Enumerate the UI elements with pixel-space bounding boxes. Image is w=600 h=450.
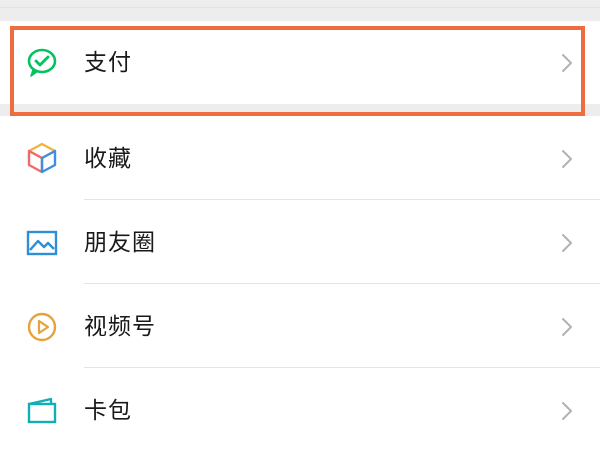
me-menu-screen: 支付 收藏 朋友圈 视频号 卡包: [0, 0, 600, 450]
chevron-right-icon: [559, 231, 575, 255]
moments-image-icon: [25, 226, 59, 260]
section-gap: [0, 104, 600, 116]
chevron-right-icon: [559, 399, 575, 423]
menu-item-pay[interactable]: 支付: [0, 21, 600, 104]
wechat-pay-icon: [25, 45, 59, 79]
menu-item-label-favorites: 收藏: [84, 146, 132, 172]
channels-play-icon: [25, 310, 59, 344]
favorites-cube-icon: [25, 141, 59, 175]
menu-item-card-wallet[interactable]: 卡包: [0, 368, 600, 450]
chevron-right-icon: [559, 315, 575, 339]
menu-item-label-pay: 支付: [84, 50, 132, 76]
menu-item-label-card-wallet: 卡包: [84, 398, 132, 424]
menu-item-label-moments: 朋友圈: [84, 230, 156, 256]
top-gap: [0, 0, 600, 21]
chevron-right-icon: [559, 147, 575, 171]
chevron-right-icon: [559, 51, 575, 75]
menu-item-favorites[interactable]: 收藏: [0, 116, 600, 200]
card-wallet-icon: [25, 394, 59, 428]
menu-item-moments[interactable]: 朋友圈: [0, 200, 600, 284]
top-divider: [0, 7, 600, 8]
menu-item-label-channels: 视频号: [84, 314, 156, 340]
menu-item-channels[interactable]: 视频号: [0, 284, 600, 368]
